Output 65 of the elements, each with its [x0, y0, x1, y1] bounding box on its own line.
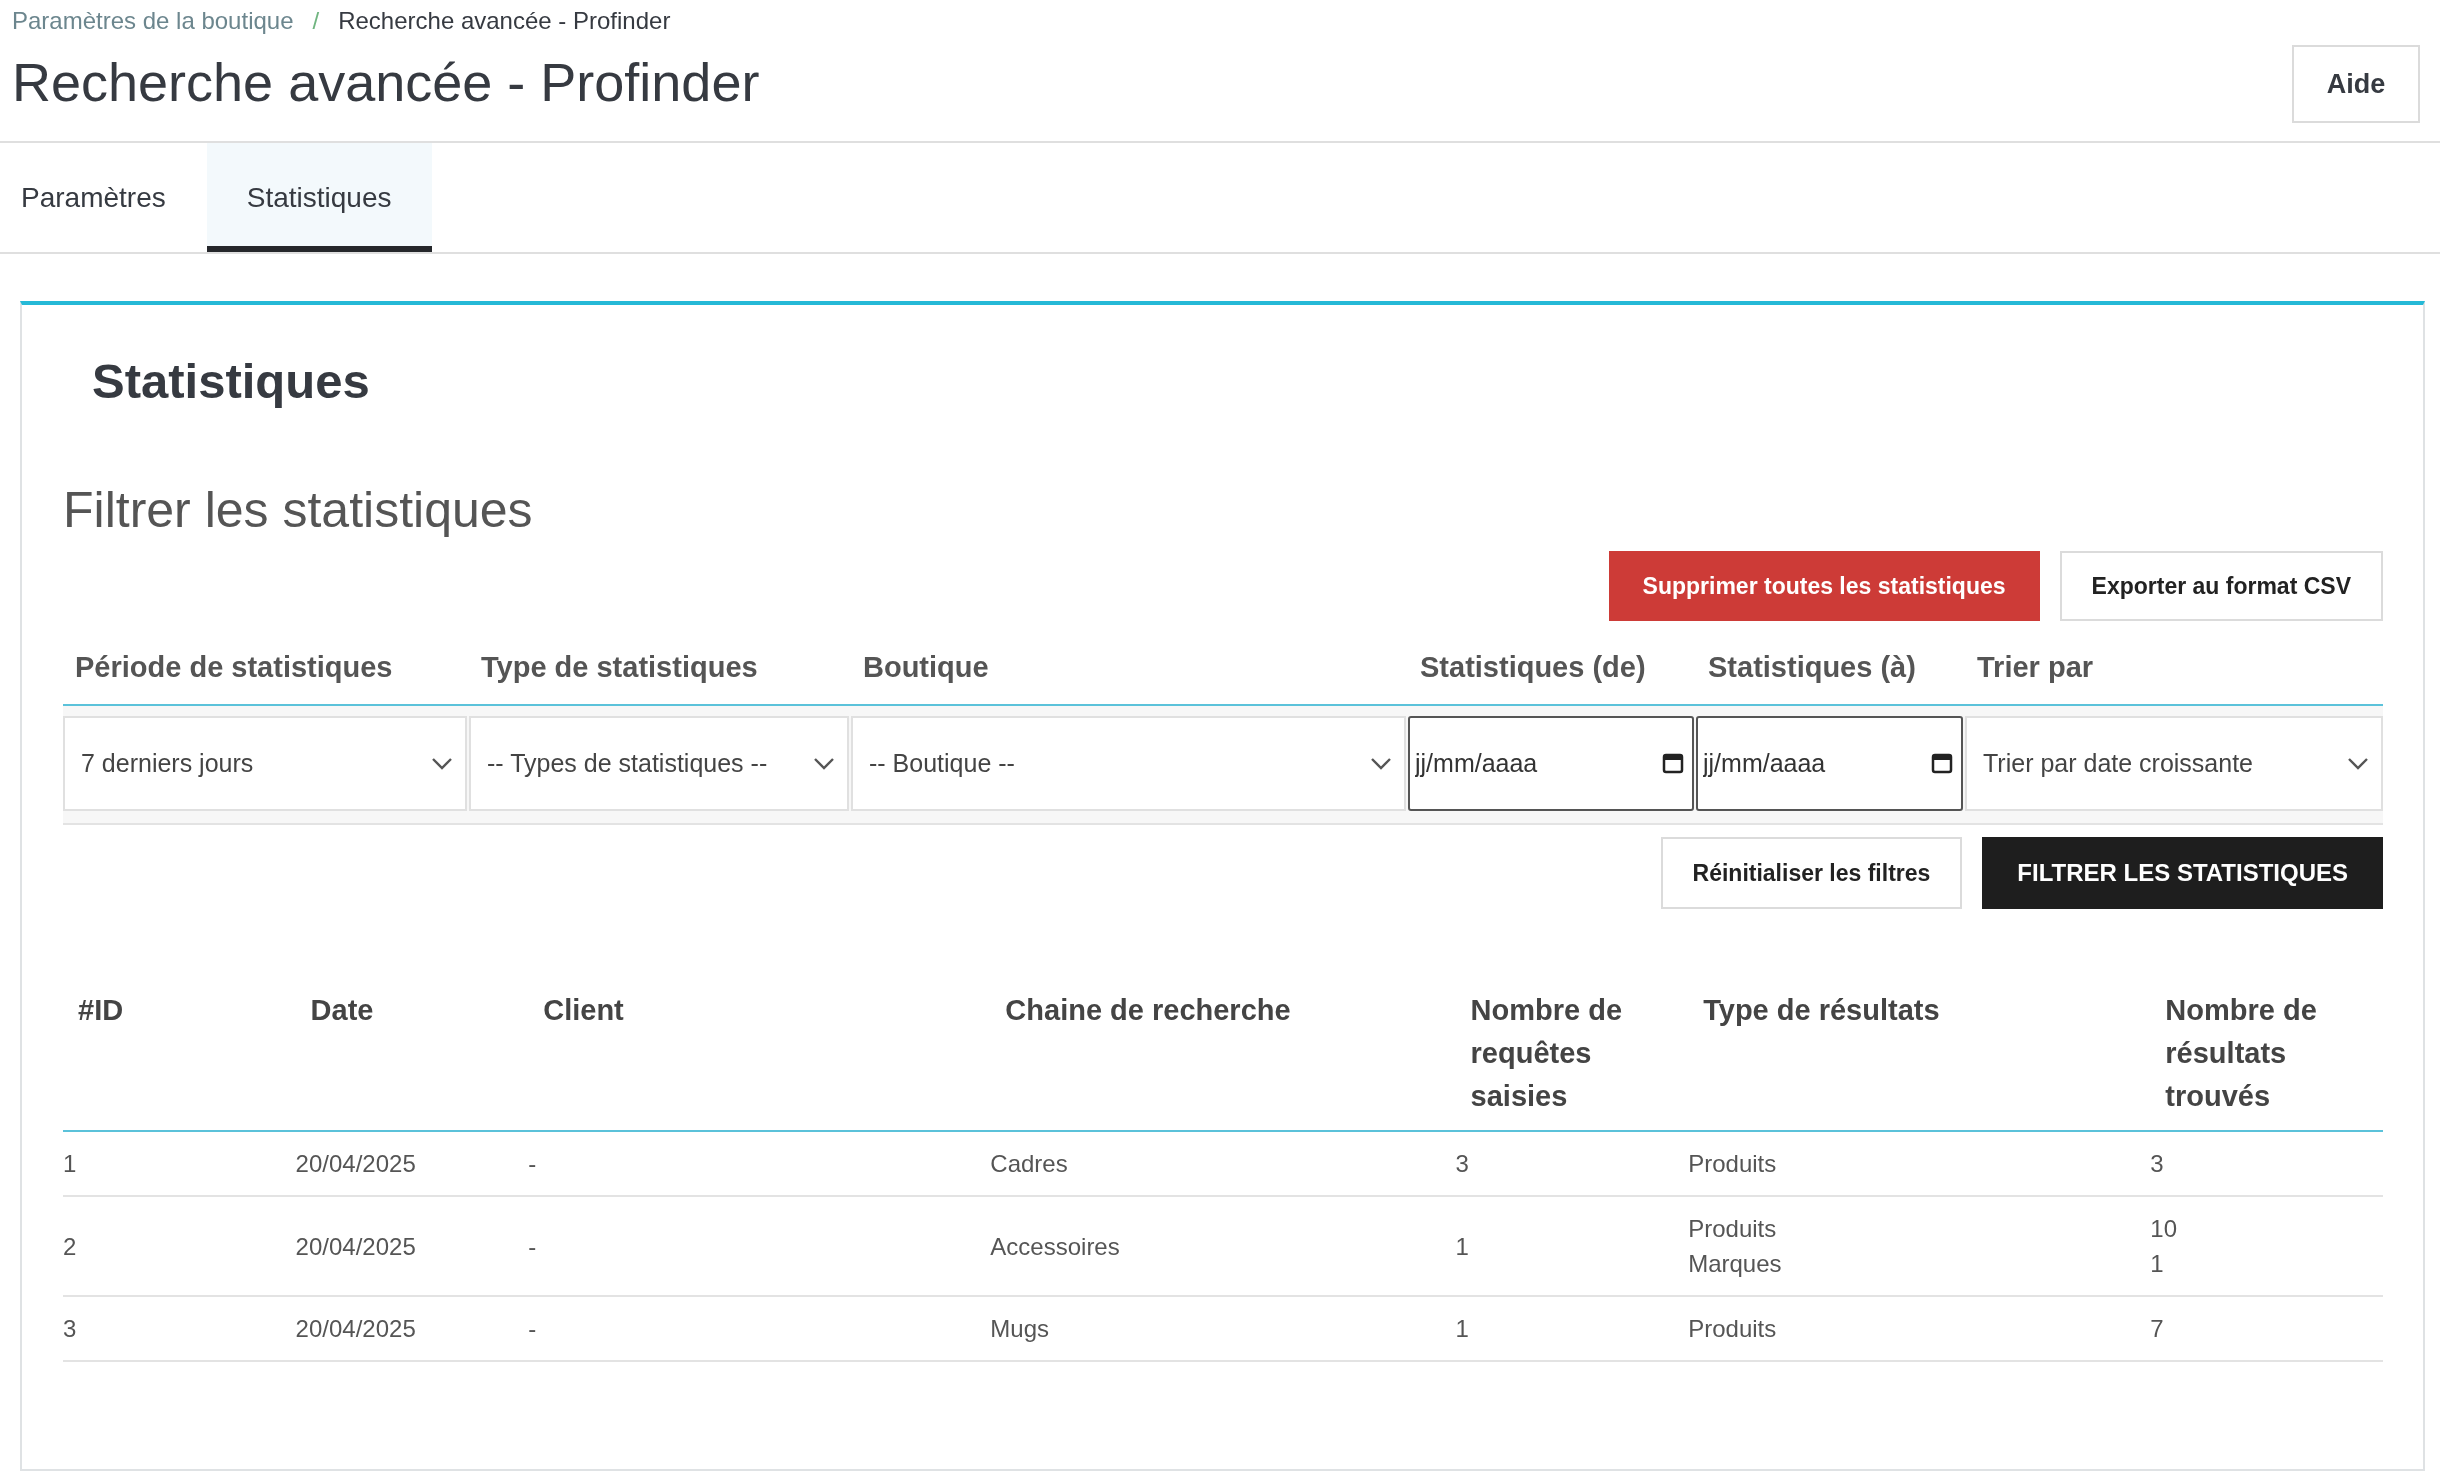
table-cell-text: 20/04/2025 — [295, 1231, 417, 1262]
column-header: Type de résultats — [1688, 981, 2151, 1131]
select-value: Trier par date croissante — [1983, 749, 2254, 778]
chevron-icon — [431, 756, 453, 771]
table-cell-text: 1 — [1455, 1314, 1470, 1344]
select-value: 7 derniers jours — [81, 749, 254, 778]
calendar-icon — [1662, 752, 1684, 774]
table-cell-text: - — [528, 1231, 538, 1262]
card-title: Statistiques — [92, 353, 371, 409]
page-title: Recherche avancée - Profinder — [12, 50, 760, 113]
chevron-icon — [2347, 756, 2369, 771]
breadcrumb-link[interactable]: Paramètres de la boutique — [12, 7, 294, 35]
table-cell-text: 20/04/2025 — [295, 1149, 417, 1179]
table-cell-text: 1 — [2150, 1249, 2165, 1279]
select-value: -- Boutique -- — [869, 749, 1015, 778]
date-field[interactable]: jj/mm/aaaa — [1408, 716, 1694, 811]
table-cell-text: Marques — [1688, 1249, 1783, 1279]
section-title: Filtrer les statistiques — [63, 481, 534, 539]
select-field[interactable]: -- Types de statistiques -- — [469, 716, 849, 811]
chevron-icon — [813, 756, 835, 771]
select-value: -- Types de statistiques -- — [487, 749, 768, 778]
table-cell-text: 3 — [63, 1314, 78, 1344]
filter-label: Statistiques (de) — [1420, 650, 1646, 685]
table-cell-text: Produits — [1688, 1214, 1778, 1244]
table-cell-text: 20/04/2025 — [295, 1314, 417, 1344]
table-cell-text: - — [528, 1149, 538, 1179]
column-header: #ID — [63, 981, 296, 1131]
chevron-icon — [1370, 756, 1392, 771]
help-button[interactable]: Aide — [2292, 45, 2420, 123]
delete-all-button[interactable]: Supprimer toutes les statistiques — [1608, 551, 2040, 621]
column-header: Nombre de requêtes saisies — [1455, 981, 1689, 1131]
breadcrumb-current: Recherche avancée - Profinder — [338, 7, 671, 35]
filter-label: Trier par — [1977, 650, 2094, 685]
table-cell-text: 1 — [63, 1149, 78, 1179]
calendar-icon — [1931, 752, 1953, 774]
table-cell-text: 7 — [2150, 1314, 2165, 1344]
column-header: Client — [528, 981, 991, 1131]
filter-label: Période de statistiques — [75, 650, 393, 685]
column-header: Chaine de recherche — [990, 981, 1456, 1131]
table-cell-text: Cadres — [990, 1149, 1069, 1179]
table-cell-text: 3 — [2150, 1149, 2165, 1179]
tab[interactable]: Paramètres — [0, 143, 207, 252]
table-cell-text: - — [528, 1314, 538, 1344]
table-cell-text: 3 — [1455, 1149, 1470, 1179]
column-header: Nombre de résultats trouvés — [2150, 981, 2383, 1131]
filter-button[interactable]: FILTRER LES STATISTIQUES — [1982, 837, 2383, 909]
filter-label: Statistiques (à) — [1708, 650, 1916, 685]
column-header: Date — [295, 981, 529, 1131]
select-field[interactable]: Trier par date croissante — [1965, 716, 2383, 811]
table-cell-text: 1 — [1455, 1231, 1470, 1262]
reset-filters-button[interactable]: Réinitialiser les filtres — [1660, 837, 1963, 909]
filter-label: Type de statistiques — [481, 650, 758, 685]
filter-label: Boutique — [863, 650, 989, 685]
tab[interactable]: Statistiques — [206, 143, 433, 252]
select-field[interactable]: 7 derniers jours — [63, 716, 467, 811]
export-csv-button[interactable]: Exporter au format CSV — [2059, 551, 2383, 621]
table-cell-text: Accessoires — [990, 1231, 1121, 1262]
breadcrumb-separator: / — [311, 7, 321, 35]
table-cell-text: 2 — [63, 1231, 78, 1262]
table-cell-text: Produits — [1688, 1149, 1778, 1179]
table-cell-text: Produits — [1688, 1314, 1778, 1344]
table-cell-text: Mugs — [990, 1314, 1051, 1344]
date-field[interactable]: jj/mm/aaaa — [1696, 716, 1963, 811]
table-cell-text: 10 — [2150, 1214, 2178, 1244]
select-field[interactable]: -- Boutique -- — [851, 716, 1406, 811]
